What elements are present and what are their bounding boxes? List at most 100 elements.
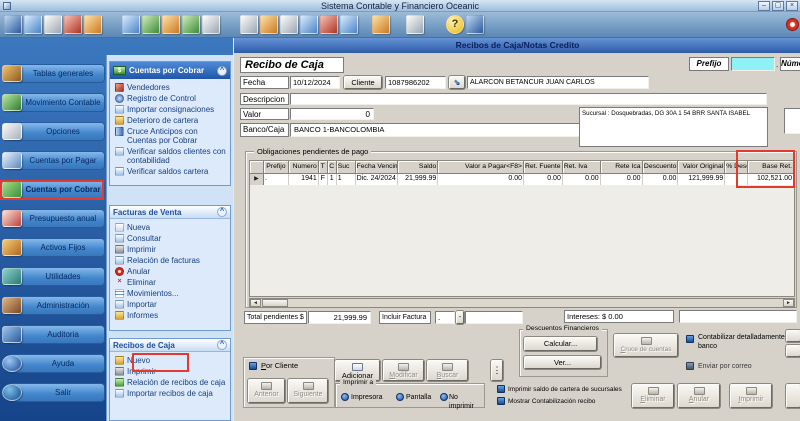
sidebar-item-administracion[interactable]: Administración (0, 292, 106, 321)
sidebar-item-label[interactable]: Movimiento Contable (9, 93, 105, 112)
imprimir-saldo-checkbox[interactable] (497, 385, 505, 393)
cell-c[interactable]: 1 (327, 174, 337, 185)
valor-input[interactable]: 0 (290, 108, 374, 120)
scroll-left-icon[interactable]: ◄ (250, 299, 261, 307)
col-ret-iva[interactable]: Ret. Iva (562, 161, 601, 174)
sidebar-item-movimiento-contable[interactable]: Movimiento Contable (0, 89, 106, 118)
calcular-button[interactable]: Calcular... (524, 337, 597, 351)
menu-item-relacion-de-facturas[interactable]: Relación de facturas (110, 255, 230, 266)
scroll-right-icon[interactable]: ► (783, 299, 794, 307)
red-book-icon[interactable] (64, 15, 82, 34)
sidebar-item-label[interactable]: Salir (9, 383, 105, 402)
sidebar-item-label[interactable]: Activos Fijos (9, 238, 105, 257)
menu-item-cruce-anticipos[interactable]: Cruce Anticipos con Cuentas por Cobrar (110, 126, 230, 146)
tree-view-icon[interactable] (4, 15, 22, 34)
cell-ret-iva[interactable]: 0.00 (562, 174, 601, 185)
menu-item-verificar-saldos-cartera[interactable]: Verificar saldos cartera (110, 166, 230, 177)
sidebar-item-salir[interactable]: Salir (0, 379, 106, 408)
tables-icon[interactable] (44, 15, 62, 34)
modificar-button[interactable]: Modificar (383, 360, 424, 381)
sidebar-item-utilidades[interactable]: Utilidades (0, 263, 106, 292)
calendar-icon[interactable] (340, 15, 358, 34)
menu-item-movimientos[interactable]: Movimientos... (110, 288, 230, 299)
client-search-icon[interactable]: ⇘ (449, 76, 465, 89)
incluir-factura-input-1[interactable]: . (435, 311, 455, 324)
col-fecha-vencim[interactable]: Fecha Vencim. (355, 161, 399, 174)
cut-input-right[interactable] (784, 108, 800, 134)
window-titlebar[interactable]: Recibos de Caja/Notas Credito (234, 38, 800, 53)
grid-horizontal-scrollbar[interactable]: ◄ ► (249, 298, 795, 308)
contabilizar-label[interactable]: Contabilizar detalladamente el banco (698, 333, 798, 351)
banco-caja-select[interactable]: BANCO 1-BANCOLOMBIA ▼ (290, 123, 626, 137)
cell-valor-original[interactable]: 121,999.99 (678, 174, 726, 185)
help-icon[interactable]: ? (446, 15, 464, 34)
sidebar-item-ayuda[interactable]: Ayuda (0, 350, 106, 379)
incluir-factura-input-2[interactable] (465, 311, 523, 324)
ver-button[interactable]: Ver... (524, 356, 601, 369)
sidebar-item-label[interactable]: Presupuesto anual (9, 209, 105, 228)
pantalla-radio[interactable] (396, 393, 404, 401)
col-numero[interactable]: Numero (288, 161, 319, 174)
user-search-icon[interactable] (182, 15, 200, 34)
menu-item-relacion-de-recibos[interactable]: Relación de recibos de caja (110, 377, 230, 388)
cut-button-mid[interactable] (786, 345, 800, 357)
table-row[interactable]: ▶ . 1941 F 1 1 Dic. 24/2024 21,999.99 0.… (250, 174, 794, 185)
descripcion-input[interactable] (290, 93, 767, 105)
menu-item-imprimir-factura[interactable]: Imprimir (110, 244, 230, 255)
sidebar-item-label[interactable]: Tablas generales (9, 64, 105, 83)
menu-item-informes[interactable]: Informes (110, 310, 230, 321)
enviar-correo-checkbox[interactable] (686, 362, 694, 370)
col-t[interactable]: T (318, 161, 328, 174)
user-blue-icon[interactable] (300, 15, 318, 34)
menu-item-verificar-saldos-clientes[interactable]: Verificar saldos clientes con contabilid… (110, 146, 230, 166)
sidebar-item-label[interactable]: Auditoria (9, 325, 105, 344)
anular-button[interactable]: Anular (678, 384, 720, 408)
cell-saldo[interactable]: 21,999.99 (398, 174, 439, 185)
menu-item-importar-recibos[interactable]: Importar recibos de caja (110, 388, 230, 399)
menu-item-eliminar-factura[interactable]: × Eliminar (110, 277, 230, 288)
exit-icon[interactable] (466, 15, 484, 34)
row-marker-icon[interactable]: ▶ (250, 174, 264, 185)
dots-button[interactable]: ⋮ (491, 360, 503, 381)
collapse-icon[interactable]: ^ (217, 207, 227, 217)
cabinet-icon[interactable] (372, 15, 390, 34)
close-button[interactable]: × (786, 1, 798, 11)
col-suc[interactable]: Suc (336, 161, 356, 174)
contabilizar-checkbox[interactable] (686, 335, 694, 343)
menu-item-vendedores[interactable]: Vendedores (110, 82, 230, 93)
eliminar-button[interactable]: Eliminar (632, 384, 674, 408)
export-doc-icon[interactable] (122, 15, 140, 34)
mail-icon[interactable] (260, 15, 278, 34)
menu-item-anular-factura[interactable]: Anular (110, 266, 230, 277)
prefijo-input[interactable] (731, 57, 775, 71)
cruce-de-cuentas-button[interactable]: Cruce de cuentas (614, 334, 678, 357)
recent-doc-icon[interactable] (202, 15, 220, 34)
imprimir-saldo-label[interactable]: Imprimir saldo de cartera de sucursales (508, 385, 634, 394)
cell-fecha-vencim[interactable]: Dic. 24/2024 (355, 174, 399, 185)
cut-button-bottom[interactable] (786, 384, 800, 408)
data-grid-icon[interactable] (24, 15, 42, 34)
maximize-button[interactable]: ▢ (772, 1, 784, 11)
sidebar-item-label[interactable]: Ayuda (9, 354, 105, 373)
impresora-radio[interactable] (341, 393, 349, 401)
menu-item-deterioro-de-cartera[interactable]: Deterioro de cartera (110, 115, 230, 126)
sidebar-item-label[interactable]: Cuentas por Pagar (9, 151, 105, 170)
por-cliente-label[interactable]: Por Cliente (261, 361, 298, 370)
menu-item-registro-de-control[interactable]: Registro de Control (110, 93, 230, 104)
section-header[interactable]: $ Cuentas por Cobrar ^ (110, 62, 230, 79)
col-ret-fuente[interactable]: Ret. Fuente (523, 161, 563, 174)
anterior-button[interactable]: Anterior (248, 379, 285, 403)
cut-button-top[interactable] (786, 330, 800, 342)
sidebar-item-activos-fijos[interactable]: Activos Fijos (0, 234, 106, 263)
section-header[interactable]: Recibos de Caja ^ (110, 339, 230, 352)
cliente-nombre-input[interactable]: ALARCON BETANCUR JUAN CARLOS (467, 76, 649, 89)
sidebar-item-auditoria[interactable]: Auditoria (0, 321, 106, 350)
enviar-correo-label[interactable]: Enviar por correo (698, 362, 798, 371)
menu-item-nueva[interactable]: Nueva (110, 222, 230, 233)
col-saldo[interactable]: Saldo (398, 161, 439, 174)
cell-t[interactable]: F (318, 174, 328, 185)
lifebuoy-icon[interactable] (786, 18, 799, 31)
col-c[interactable]: C (327, 161, 337, 174)
sidebar-item-label[interactable]: Opciones (9, 122, 105, 141)
minimize-button[interactable]: – (758, 1, 770, 11)
